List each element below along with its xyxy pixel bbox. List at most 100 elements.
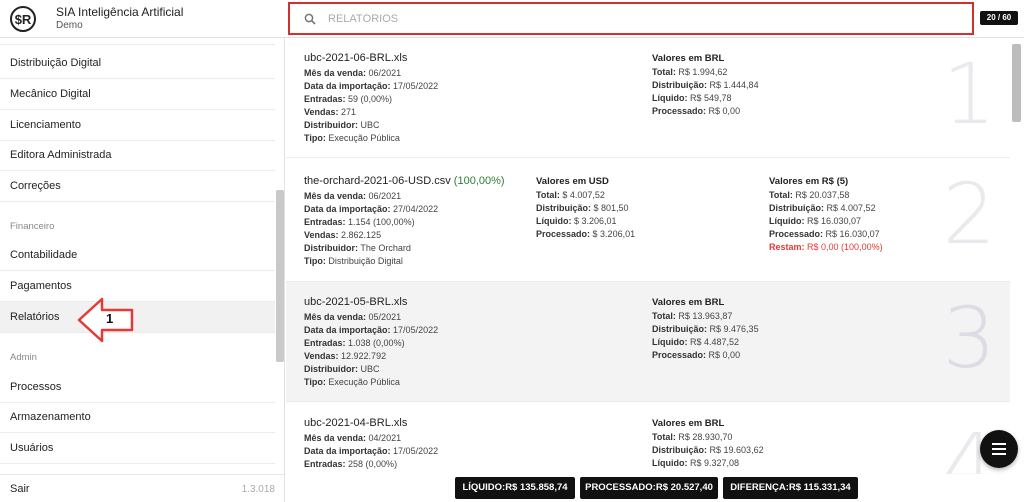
sidebar-item-distribuicao-digital[interactable]: Distribuição Digital <box>0 48 275 79</box>
report-field-tipo: Tipo: Execução Pública <box>304 133 400 143</box>
sidebar-item-licenciamento[interactable]: Licenciamento <box>0 110 275 141</box>
sidebar-item-label: Distribuição Digital <box>10 57 102 69</box>
sidebar-item-label: Mecânico Digital <box>10 88 91 100</box>
values-heading: Valores em BRL <box>652 418 725 429</box>
page-counter-badge: 20 / 60 <box>980 11 1018 25</box>
value-distribuicao: Distribuição: R$ 19.603,62 <box>652 445 764 455</box>
report-field-vendas: Vendas: 12.922.792 <box>304 351 387 361</box>
main-scrollbar[interactable] <box>1012 44 1021 122</box>
sidebar-item-pagamentos[interactable]: Pagamentos <box>0 271 275 302</box>
values-heading: Valores em BRL <box>652 53 725 64</box>
report-field-tipo: Tipo: Distribuição Digital <box>304 256 403 266</box>
search-input[interactable] <box>328 9 928 29</box>
value-total: Total: R$ 1.994,62 <box>652 67 728 77</box>
app-header: $R SIA Inteligência Artificial Demo 20 /… <box>0 0 1024 38</box>
sidebar-item-label: Processos <box>10 381 62 393</box>
logout-link[interactable]: Sair <box>10 483 30 495</box>
report-filename: ubc-2021-06-BRL.xls <box>304 52 408 64</box>
value-usd-distribuicao: Distribuição: $ 801,50 <box>536 203 629 213</box>
sidebar-item-relatorios[interactable]: Relatórios <box>0 302 275 333</box>
report-filename-percent: (100,00%) <box>453 175 505 187</box>
report-field-distribuidor: Distribuidor: The Orchard <box>304 243 411 253</box>
app-subtitle: Demo <box>56 20 83 31</box>
values-usd-heading: Valores em USD <box>536 176 609 187</box>
reports-list: ubc-2021-06-BRL.xls Mês da venda: 06/202… <box>286 38 1010 474</box>
sidebar-item-editora-administrada[interactable]: Editora Administrada <box>0 140 275 171</box>
sidebar-item-label: Usuários <box>10 442 54 454</box>
card-index-number: 1 <box>942 45 996 143</box>
sidebar-item-processos[interactable]: Processos <box>0 372 275 403</box>
value-liquido: Líquido: R$ 549,78 <box>652 93 732 103</box>
card-index-number: 2 <box>942 165 996 263</box>
report-card[interactable]: ubc-2021-05-BRL.xls Mês da venda: 05/202… <box>286 282 1010 402</box>
value-total: Total: R$ 28.930,70 <box>652 432 733 442</box>
report-field-vendas: Vendas: 271 <box>304 107 357 117</box>
sidebar: Distribuição Digital Mecânico Digital Li… <box>0 38 285 502</box>
sidebar-item-label: Licenciamento <box>10 119 81 131</box>
card-index-number: 3 <box>942 289 996 387</box>
hamburger-menu-icon <box>992 443 1006 455</box>
app-logo[interactable]: $R <box>10 6 36 32</box>
value-usd-liquido: Líquido: $ 3.206,01 <box>536 216 617 226</box>
report-field-vendas: Vendas: 2.862.125 <box>304 230 382 240</box>
sidebar-section-admin: Admin <box>10 352 37 363</box>
value-liquido: Líquido: R$ 4.487,52 <box>652 337 740 347</box>
value-distribuicao: Distribuição: R$ 9.476,35 <box>652 324 759 334</box>
report-field-mes: Mês da venda: 05/2021 <box>304 312 402 322</box>
version-label: 1.3.018 <box>241 484 275 495</box>
value-rs-liquido: Líquido: R$ 16.030,07 <box>769 216 862 226</box>
report-field-entradas: Entradas: 1.038 (0,00%) <box>304 338 405 348</box>
values-heading: Valores em BRL <box>652 297 725 308</box>
sidebar-footer: Sair 1.3.018 <box>0 474 284 502</box>
report-filename: ubc-2021-04-BRL.xls <box>304 417 408 429</box>
sidebar-section-financeiro: Financeiro <box>10 221 55 232</box>
sidebar-item-armazenamento[interactable]: Armazenamento <box>0 402 275 433</box>
sidebar-item-label: Editora Administrada <box>10 149 112 161</box>
report-filename: the-orchard-2021-06-USD.csv (100,00%) <box>304 175 505 187</box>
value-processado: Processado: R$ 0,00 <box>652 350 741 360</box>
report-field-entradas: Entradas: 59 (0,00%) <box>304 94 393 104</box>
report-field-tipo: Tipo: Execução Pública <box>304 377 400 387</box>
sidebar-item-partial[interactable] <box>0 38 275 45</box>
total-processado-badge: PROCESSADO:R$ 20.527,40 <box>580 477 718 499</box>
value-rs-restam: Restam: R$ 0,00 (100,00%) <box>769 242 883 252</box>
sidebar-item-label: Relatórios <box>10 311 60 323</box>
menu-fab-button[interactable] <box>980 430 1018 468</box>
sidebar-item-label: Contabilidade <box>10 249 78 261</box>
value-usd-processado: Processado: $ 3.206,01 <box>536 229 636 239</box>
report-field-mes: Mês da venda: 06/2021 <box>304 68 402 78</box>
report-card[interactable]: ubc-2021-04-BRL.xls Mês da venda: 04/202… <box>286 402 1010 474</box>
search-bar[interactable] <box>288 2 974 35</box>
total-diferenca-badge: DIFERENÇA:R$ 115.331,34 <box>723 477 858 499</box>
value-rs-total: Total: R$ 20.037,58 <box>769 190 850 200</box>
report-filename: ubc-2021-05-BRL.xls <box>304 296 408 308</box>
sidebar-item-usuarios[interactable]: Usuários <box>0 433 275 464</box>
sidebar-item-correcoes[interactable]: Correções <box>0 171 275 202</box>
value-rs-processado: Processado: R$ 16.030,07 <box>769 229 880 239</box>
report-card[interactable]: the-orchard-2021-06-USD.csv (100,00%) Mê… <box>286 158 1010 282</box>
report-field-importacao: Data da importação: 27/04/2022 <box>304 204 439 214</box>
sidebar-item-contabilidade[interactable]: Contabilidade <box>0 240 275 271</box>
sidebar-item-label: Correções <box>10 180 61 192</box>
report-field-entradas: Entradas: 1.154 (100,00%) <box>304 217 415 227</box>
values-rs-heading: Valores em R$ (5) <box>769 176 849 187</box>
value-total: Total: R$ 13.963,87 <box>652 311 733 321</box>
sidebar-scrollbar[interactable] <box>276 190 284 362</box>
value-distribuicao: Distribuição: R$ 1.444,84 <box>652 80 759 90</box>
value-usd-total: Total: $ 4.007,52 <box>536 190 605 200</box>
report-card[interactable]: ubc-2021-06-BRL.xls Mês da venda: 06/202… <box>286 38 1010 158</box>
report-field-importacao: Data da importação: 17/05/2022 <box>304 325 439 335</box>
sidebar-item-label: Armazenamento <box>10 411 91 423</box>
report-field-entradas: Entradas: 258 (0,00%) <box>304 459 398 469</box>
value-rs-distribuicao: Distribuição: R$ 4.007,52 <box>769 203 876 213</box>
report-field-distribuidor: Distribuidor: UBC <box>304 120 380 130</box>
total-liquido-badge: LÍQUIDO:R$ 135.858,74 <box>455 477 575 499</box>
report-field-mes: Mês da venda: 04/2021 <box>304 433 402 443</box>
sidebar-item-mecanico-digital[interactable]: Mecânico Digital <box>0 79 275 110</box>
sidebar-item-label: Pagamentos <box>10 280 72 292</box>
app-title: SIA Inteligência Artificial <box>56 5 184 19</box>
annotation-number: 1 <box>106 311 114 326</box>
search-icon <box>304 13 316 25</box>
report-field-importacao: Data da importação: 17/05/2022 <box>304 446 439 456</box>
report-field-importacao: Data da importação: 17/05/2022 <box>304 81 439 91</box>
